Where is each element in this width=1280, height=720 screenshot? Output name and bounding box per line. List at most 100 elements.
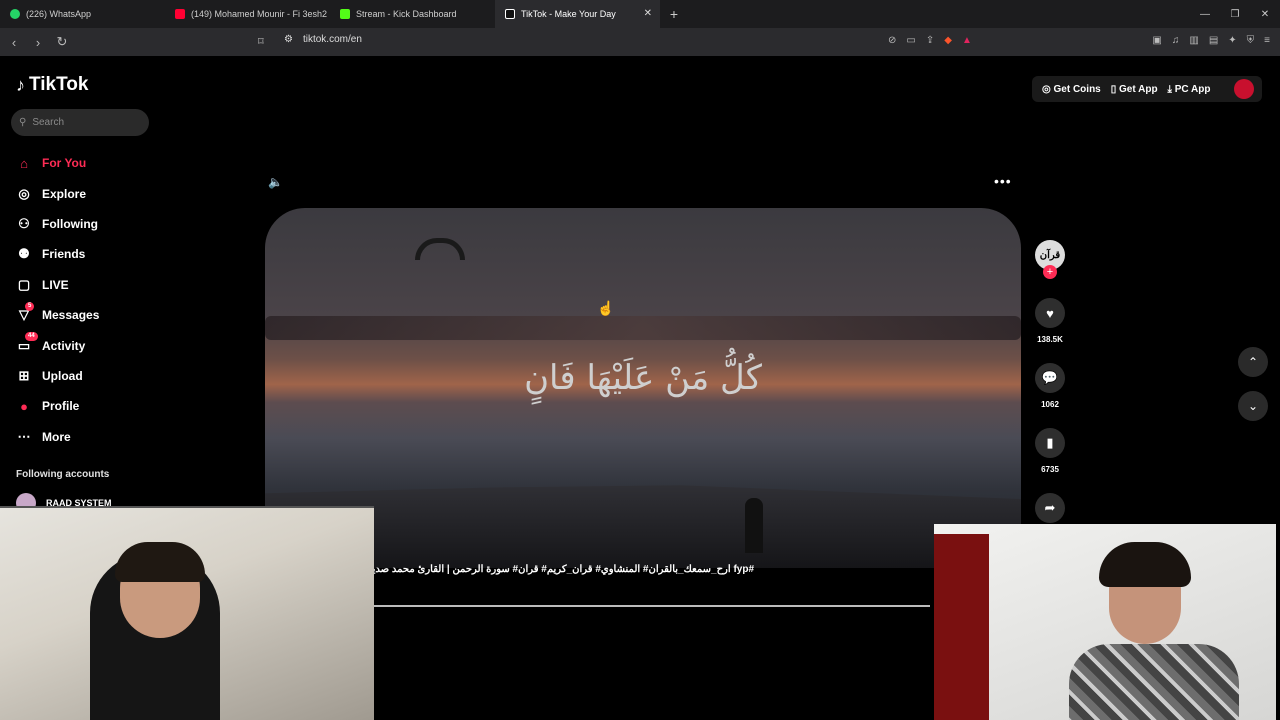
share-button[interactable]: ➦ xyxy=(1035,493,1065,523)
tab-whatsapp[interactable]: (226) WhatsApp xyxy=(0,0,165,28)
feed-navigation: ⌃ ⌄ xyxy=(1238,347,1268,435)
coin-icon: ◎ xyxy=(1042,83,1054,95)
restore-icon[interactable]: ❐ xyxy=(1220,0,1250,28)
chevron-down-icon: ⌄ xyxy=(1247,399,1259,413)
streamer-hair xyxy=(115,542,205,582)
rewards-icon[interactable]: ▲ xyxy=(962,35,972,46)
phone-icon: ▯ xyxy=(1110,83,1120,95)
more-options-icon[interactable]: ••• xyxy=(994,173,1012,189)
sidebar-item-label: Upload xyxy=(42,368,83,383)
video-player[interactable]: كُلُّ مَنْ عَلَيْهَا فَانٍ ☝ xyxy=(265,208,1021,568)
comment-button[interactable]: 💬 xyxy=(1035,363,1065,393)
sidebar-item-for-you[interactable]: ⌂ For You xyxy=(16,148,99,178)
tab-title: Stream - Kick Dashboard xyxy=(356,9,457,19)
close-icon[interactable]: ✕ xyxy=(644,8,652,19)
tiktok-logo[interactable]: ♪ TikTok xyxy=(16,74,88,96)
tab-title: (226) WhatsApp xyxy=(26,9,92,19)
wallet-icon[interactable]: ▤ xyxy=(1209,35,1218,46)
tiktok-note-icon: ♪ xyxy=(16,74,25,95)
bookmark-icon[interactable]: ⌑ xyxy=(258,35,264,48)
sidebar-item-label: Explore xyxy=(42,186,87,201)
sidebar-item-messages[interactable]: ▽ 5 Messages xyxy=(16,300,99,330)
site-info-icon[interactable]: ⚙ xyxy=(284,34,293,45)
download-icon: ⤓ xyxy=(1167,83,1175,95)
media-icon[interactable]: ♫ xyxy=(1172,35,1180,46)
tab-kick[interactable]: Stream - Kick Dashboard xyxy=(330,0,495,28)
kick-icon xyxy=(340,9,350,19)
silhouette xyxy=(745,498,763,553)
tab-tiktok[interactable]: TikTok - Make Your Day ✕ xyxy=(495,0,660,28)
previous-video-button[interactable]: ⌃ xyxy=(1238,347,1268,377)
vpn-icon[interactable]: ⛨ xyxy=(1247,35,1255,46)
following-icon: ⚇ xyxy=(18,215,30,231)
sidebar-icon[interactable]: ▥ xyxy=(1189,35,1198,46)
video-overlay-text: كُلُّ مَنْ عَلَيْهَا فَانٍ xyxy=(524,358,762,398)
sidebar-item-more[interactable]: ⋯ More xyxy=(16,422,99,452)
sidebar-item-explore[interactable]: ◎ Explore xyxy=(16,178,99,208)
comment-icon: 💬 xyxy=(1041,370,1059,385)
sidebar-item-following[interactable]: ⚇ Following xyxy=(16,209,99,239)
hand-cursor-icon: ☝ xyxy=(597,300,615,316)
brave-shield-icon[interactable]: ◆ xyxy=(944,35,952,46)
translate-icon[interactable]: ⊘ xyxy=(888,35,896,46)
logo-text: TikTok xyxy=(29,74,89,95)
shoreline xyxy=(265,485,1021,568)
tiktok-icon xyxy=(505,9,515,19)
save-button[interactable]: ▮ xyxy=(1035,428,1065,458)
sidebar-item-activity[interactable]: ▭ 44 Activity xyxy=(16,330,99,360)
get-app-label: Get App xyxy=(1119,83,1158,95)
next-video-button[interactable]: ⌄ xyxy=(1238,391,1268,421)
like-button[interactable]: ♥ xyxy=(1035,298,1065,328)
pc-app-button[interactable]: ⤓ PC App xyxy=(1168,84,1211,95)
get-coins-button[interactable]: ◎ Get Coins xyxy=(1042,84,1101,95)
sidebar-item-label: Messages xyxy=(42,308,100,323)
upload-icon: ⊞ xyxy=(18,367,30,383)
chevron-up-icon: ⌃ xyxy=(1247,355,1259,369)
close-window-icon[interactable]: ✕ xyxy=(1250,0,1280,28)
sidebar-item-label: Profile xyxy=(42,399,80,414)
whatsapp-icon xyxy=(10,9,20,19)
bookmark-icon: ▮ xyxy=(1046,435,1054,450)
forward-icon[interactable]: › xyxy=(28,35,48,50)
top-right-actions: ◎ Get Coins ▯ Get App ⤓ PC App xyxy=(1032,76,1262,102)
extensions-icon[interactable]: ▣ xyxy=(1152,35,1161,46)
following-accounts-title: Following accounts xyxy=(16,469,110,480)
get-coins-label: Get Coins xyxy=(1053,83,1101,95)
paraglider xyxy=(415,238,465,260)
ai-icon[interactable]: ✦ xyxy=(1228,35,1236,46)
new-tab-button[interactable]: + xyxy=(660,6,688,22)
search-icon: ⚲ xyxy=(19,117,27,128)
sidebar-item-label: Following xyxy=(42,216,98,231)
video-caption: #fyp ارح_سمعك_بالقران# المنشاوي# قران_كر… xyxy=(374,564,754,575)
more-icon: ⋯ xyxy=(17,428,31,444)
comment-count: 1062 xyxy=(1041,400,1059,409)
minimize-icon[interactable]: — xyxy=(1190,0,1220,28)
profile-icon: ● xyxy=(20,398,28,414)
like-count: 138.5K xyxy=(1037,335,1063,344)
volume-icon[interactable]: 🔈 xyxy=(268,175,283,189)
video-progress-bar[interactable] xyxy=(374,605,930,607)
sidebar-item-label: LIVE xyxy=(42,277,69,292)
profile-avatar[interactable] xyxy=(1234,79,1254,99)
save-count: 6735 xyxy=(1041,465,1059,474)
tiktok-page: ♪ TikTok ⚲ Search ⌂ For You ◎ Explore ⚇ … xyxy=(0,56,1280,720)
sidebar-item-live[interactable]: ▢ LIVE xyxy=(16,270,99,300)
webcam-overlay-left xyxy=(0,506,374,720)
back-icon[interactable]: ‹ xyxy=(4,35,24,50)
url-field[interactable]: tiktok.com/en xyxy=(303,34,362,45)
tab-youtube[interactable]: (149) Mohamed Mounir - Fi 3esh2 El xyxy=(165,0,330,28)
sidebar-item-profile[interactable]: ● Profile xyxy=(16,391,99,421)
streamer-hair xyxy=(1099,542,1191,587)
sidebar-item-friends[interactable]: ⚉ Friends xyxy=(16,239,99,269)
home-icon: ⌂ xyxy=(20,155,28,171)
menu-icon[interactable]: ≡ xyxy=(1264,35,1270,46)
get-app-button[interactable]: ▯ Get App xyxy=(1111,84,1158,95)
sidebar-item-upload[interactable]: ⊞ Upload xyxy=(16,361,99,391)
follow-button[interactable]: + xyxy=(1043,265,1057,279)
reload-icon[interactable]: ↻ xyxy=(52,34,72,50)
tab-title: (149) Mohamed Mounir - Fi 3esh2 El xyxy=(191,9,330,19)
cast-icon[interactable]: ▭ xyxy=(906,35,915,46)
sidebar-item-label: More xyxy=(42,429,71,444)
share-icon[interactable]: ⇪ xyxy=(926,35,934,46)
search-input[interactable]: ⚲ Search xyxy=(11,109,149,136)
